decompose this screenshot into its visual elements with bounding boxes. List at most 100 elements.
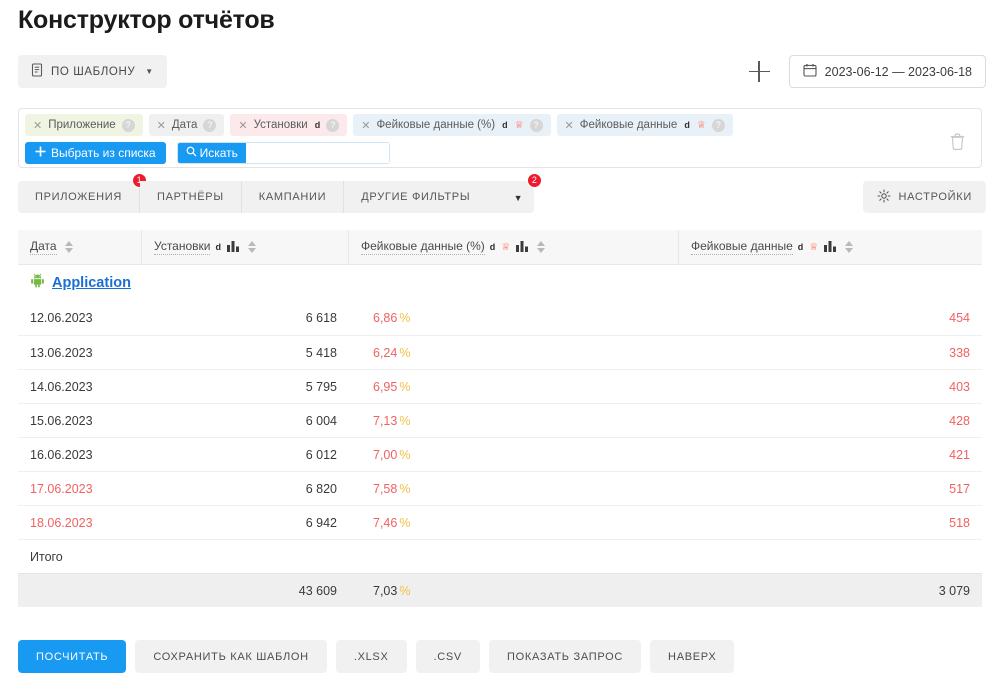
gear-icon	[877, 189, 891, 206]
calculate-button[interactable]: ПОСЧИТАТЬ	[18, 640, 127, 673]
application-link[interactable]: Application	[52, 275, 131, 291]
document-icon	[31, 63, 44, 80]
cell-date: 14.06.2023	[30, 379, 93, 394]
tab-label: ПРИЛОЖЕНИЯ	[35, 191, 122, 203]
cell-installs: 5 418	[305, 345, 337, 360]
export-csv-button[interactable]: .CSV	[415, 640, 480, 673]
percent-sign: %	[399, 583, 411, 598]
pick-from-list-button[interactable]: Выбрать из списка	[25, 142, 166, 164]
date-range-picker[interactable]: 2023-06-12 — 2023-06-18	[788, 55, 986, 88]
percent-sign: %	[399, 515, 411, 530]
search-button-label: Искать	[199, 146, 238, 160]
chip-superscript: d	[684, 120, 690, 130]
bar-chart-icon[interactable]	[823, 239, 837, 256]
tab-campaigns[interactable]: КАМПАНИИ	[241, 181, 345, 213]
add-report-button[interactable]	[748, 60, 771, 83]
cell-fake-abs: 338	[949, 345, 970, 360]
column-header-fake-abs[interactable]: Фейковые данные d ♕	[679, 230, 982, 265]
close-icon[interactable]: ✕	[361, 119, 370, 132]
help-icon[interactable]: ?	[529, 118, 543, 132]
sort-icon[interactable]	[537, 241, 546, 253]
bar-chart-icon[interactable]	[515, 239, 529, 256]
column-header-installs[interactable]: Установки d	[142, 229, 349, 265]
chip-label: Фейковые данные (%)	[376, 119, 496, 131]
cell-fake-abs: 403	[949, 379, 970, 394]
filter-actions: Выбрать из списка Искать	[25, 142, 390, 164]
date-range-value: 2023-06-12 — 2023-06-18	[824, 64, 972, 79]
sort-icon[interactable]	[247, 241, 256, 253]
pick-from-list-label: Выбрать из списка	[51, 146, 156, 160]
column-header-fake-percent[interactable]: Фейковые данные (%) d ♕	[349, 229, 679, 265]
tab-applications[interactable]: ПРИЛОЖЕНИЯ 1	[18, 173, 147, 213]
search-input[interactable]	[245, 143, 389, 163]
cell-date: 18.06.2023	[30, 515, 93, 530]
filter-chip-fake-abs[interactable]: ✕ Фейковые данные d ♕ ?	[556, 114, 733, 136]
chip-label: Фейковые данные	[579, 119, 678, 131]
percent-sign: %	[399, 481, 411, 496]
sort-icon[interactable]	[845, 241, 854, 253]
tab-badge: 2	[527, 173, 543, 188]
crown-icon: ♕	[809, 241, 819, 253]
column-header-date[interactable]: Дата	[18, 229, 142, 265]
save-as-template-button[interactable]: СОХРАНИТЬ КАК ШАБЛОН	[135, 640, 327, 673]
cell-date: 15.06.2023	[30, 413, 93, 428]
filter-chip-date[interactable]: ✕ Дата ?	[148, 114, 225, 136]
table-group-row: Application	[18, 265, 982, 301]
totals-installs: 43 609	[298, 583, 337, 598]
filter-chip-application[interactable]: ✕ Приложение ?	[25, 114, 143, 136]
export-xlsx-button[interactable]: .XLSX	[335, 640, 407, 673]
cell-fake-abs: 517	[949, 481, 970, 496]
search-button[interactable]: Искать	[177, 143, 246, 163]
tab-label: ПАРТНЁРЫ	[156, 191, 224, 203]
settings-button[interactable]: НАСТРОЙКИ	[863, 181, 986, 213]
report-table: Дата Установки d Фейковые данные (%) d ♕…	[18, 229, 982, 607]
close-icon[interactable]: ✕	[238, 119, 247, 132]
column-label: Фейковые данные (%)	[361, 239, 485, 255]
cell-fake-percent: 6,95	[373, 379, 398, 394]
scroll-top-button[interactable]: НАВЕРХ	[650, 640, 735, 673]
totals-row: 43 609 7,03% 3 079	[18, 573, 982, 607]
delete-filters-button[interactable]	[950, 133, 965, 151]
chip-label: Установки	[253, 119, 308, 131]
tab-other-filters[interactable]: ДРУГИЕ ФИЛЬТРЫ ▼ 2	[344, 173, 543, 213]
cell-fake-abs: 428	[949, 413, 970, 428]
help-icon[interactable]: ?	[121, 118, 135, 132]
crown-icon: ♕	[501, 241, 511, 253]
percent-sign: %	[399, 311, 411, 325]
search-group: Искать	[176, 142, 390, 164]
chevron-down-icon[interactable]: ▼	[514, 193, 524, 203]
column-superscript: d	[489, 242, 496, 252]
cell-installs: 6 004	[305, 413, 337, 428]
cell-fake-percent: 6,24	[373, 345, 398, 360]
by-template-button[interactable]: ПО ШАБЛОНУ ▼	[18, 55, 167, 88]
tab-partners[interactable]: ПАРТНЁРЫ	[139, 181, 242, 213]
percent-sign: %	[399, 413, 411, 428]
report-builder-page: Конструктор отчётов ПО ШАБЛОНУ ▼ 2023-06…	[0, 0, 1000, 691]
totals-label: Итого	[30, 549, 63, 564]
help-icon[interactable]: ?	[711, 118, 725, 132]
column-superscript: d	[797, 242, 804, 252]
table-row: 14.06.2023 5 795 6,95% 403	[18, 369, 982, 403]
help-icon[interactable]: ?	[326, 118, 340, 132]
show-query-button[interactable]: ПОКАЗАТЬ ЗАПРОС	[488, 640, 642, 673]
sort-icon[interactable]	[64, 241, 73, 253]
search-icon	[186, 146, 197, 160]
bar-chart-icon[interactable]	[226, 239, 240, 256]
table-row: 18.06.2023 6 942 7,46% 518	[18, 505, 982, 539]
close-icon[interactable]: ✕	[157, 119, 166, 132]
filter-chip-installs[interactable]: ✕ Установки d ?	[230, 114, 348, 136]
close-icon[interactable]: ✕	[33, 119, 42, 132]
cell-date: 16.06.2023	[30, 447, 93, 462]
cell-fake-percent: 7,00	[373, 447, 398, 462]
filter-chip-fake-percent[interactable]: ✕ Фейковые данные (%) d ♕ ?	[353, 114, 551, 136]
cell-installs: 6 942	[305, 515, 337, 530]
column-label: Фейковые данные	[691, 239, 793, 255]
cell-installs: 6 012	[305, 447, 337, 462]
tab-label: КАМПАНИИ	[258, 191, 327, 203]
table-row: 12.06.2023 6 618 6,86% 454	[18, 301, 982, 335]
plus-icon	[35, 146, 46, 160]
close-icon[interactable]: ✕	[565, 119, 574, 132]
cell-fake-percent: 7,58	[373, 481, 398, 496]
help-icon[interactable]: ?	[203, 118, 217, 132]
table-row: 17.06.2023 6 820 7,58% 517	[18, 471, 982, 505]
